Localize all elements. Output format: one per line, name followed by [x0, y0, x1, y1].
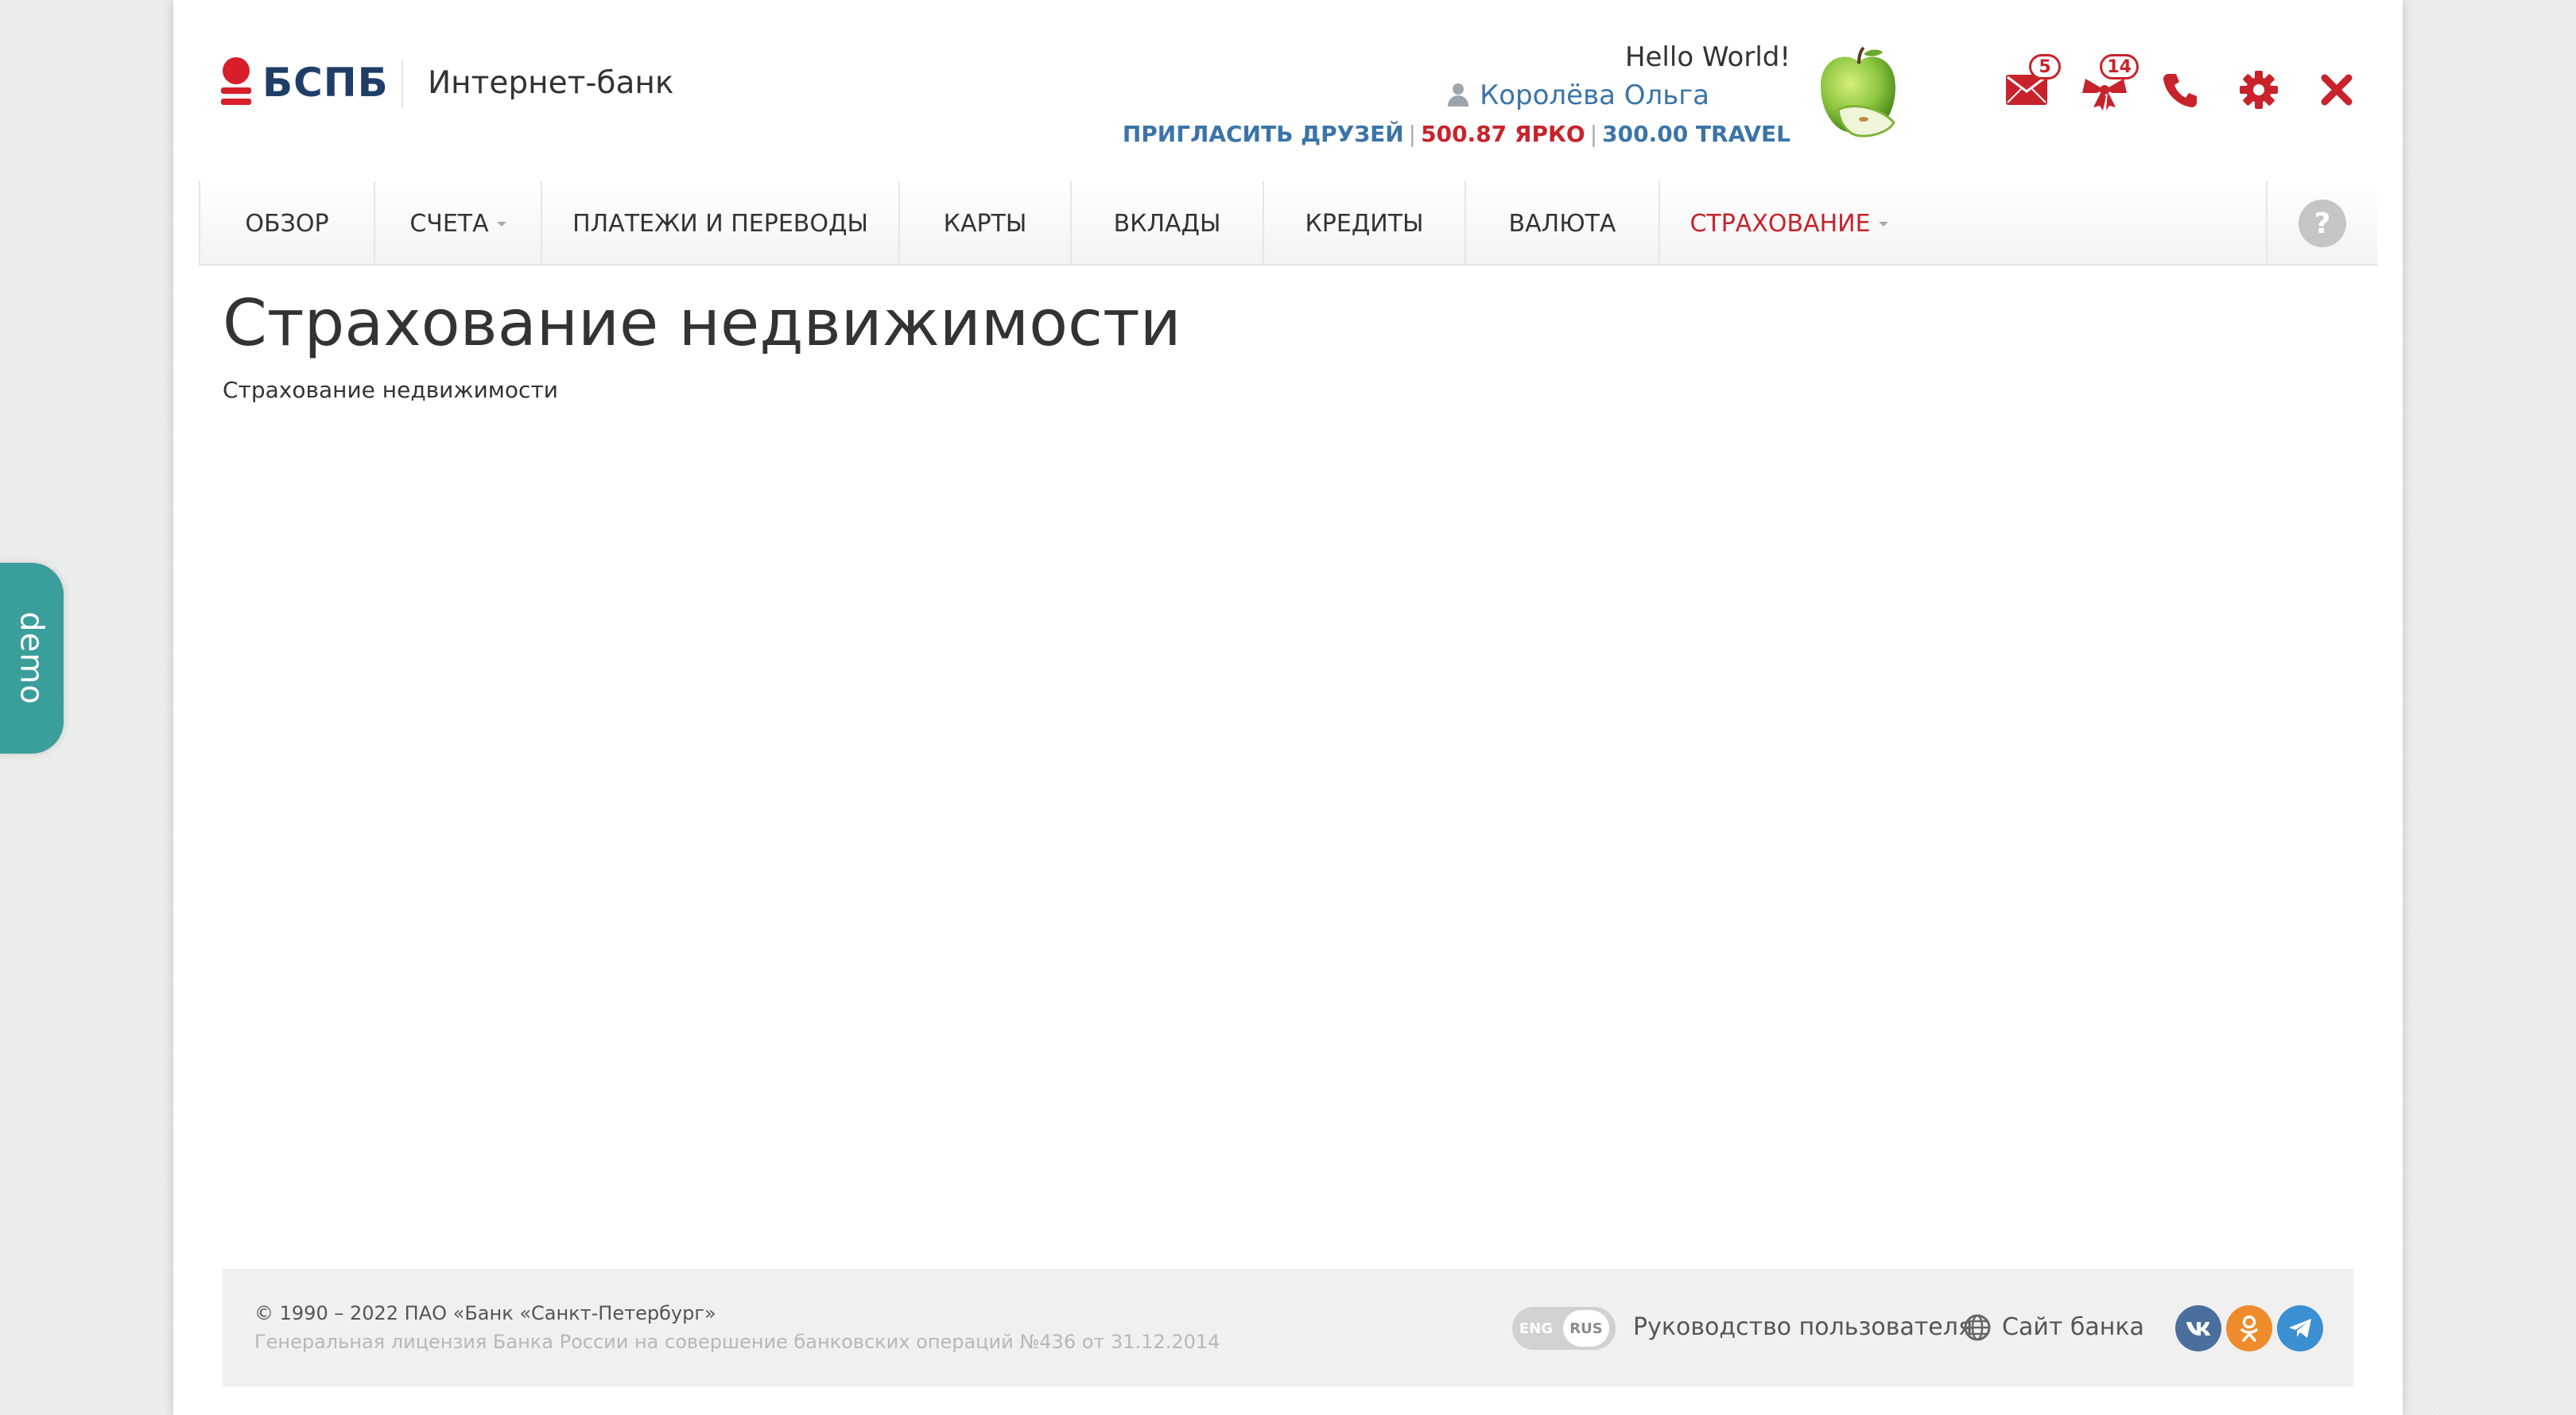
user-icon: [1446, 83, 1470, 107]
nav-item-overview[interactable]: ОБЗОР: [199, 181, 374, 266]
nav-item-cards[interactable]: КАРТЫ: [898, 181, 1070, 266]
logo-mark-icon: [221, 57, 251, 108]
bonus-yarko-link[interactable]: 500.87 ЯРКО: [1421, 121, 1585, 147]
header-links: ПРИГЛАСИТЬ ДРУЗЕЙ | 500.87 ЯРКО | 300.00 TRA…: [1122, 121, 1790, 147]
nav-item-credits[interactable]: КРЕДИТЫ: [1263, 181, 1465, 266]
demo-tab[interactable]: demo: [0, 563, 64, 754]
demo-tab-label: demo: [14, 611, 50, 705]
globe-icon: [1964, 1314, 1991, 1340]
greeting-text: Hello World!: [1624, 41, 1790, 73]
chevron-down-icon: [1878, 222, 1888, 227]
nav-item-deposits[interactable]: ВКЛАДЫ: [1070, 181, 1263, 266]
header-icons: 5 14: [2002, 54, 2390, 114]
bank-logo[interactable]: БСПБ: [221, 57, 389, 108]
help-button[interactable]: ?: [2266, 181, 2377, 266]
bank-site-label: Сайт банка: [2002, 1313, 2144, 1341]
nav-item-insurance[interactable]: СТРАХОВАНИЕ: [1658, 181, 1918, 266]
license-text: Генеральная лицензия Банка России на сов…: [254, 1331, 1220, 1353]
user-name: Королёва Ольга: [1480, 79, 1709, 111]
nav-item-accounts[interactable]: СЧЕТА: [374, 181, 541, 266]
telegram-icon[interactable]: [2277, 1305, 2323, 1351]
user-profile-link[interactable]: Королёва Ольга: [1446, 79, 1709, 111]
copyright-text: © 1990 – 2022 ПАО «Банк «Санкт-Петербург…: [254, 1302, 716, 1324]
lang-eng-option[interactable]: ENG: [1512, 1320, 1560, 1337]
bank-site-link[interactable]: Сайт банка: [1964, 1313, 2144, 1341]
nav-item-payments[interactable]: ПЛАТЕЖИ И ПЕРЕВОДЫ: [541, 181, 898, 266]
page-title: Страхование недвижимости: [223, 286, 1181, 360]
main-nav: ОБЗОР СЧЕТА ПЛАТЕЖИ И ПЕРЕВОДЫ КАРТЫ ВКЛ…: [199, 181, 2377, 266]
chevron-down-icon: [496, 222, 506, 227]
invite-friends-link[interactable]: ПРИГЛАСИТЬ ДРУЗЕЙ: [1123, 121, 1404, 147]
phone-button[interactable]: [2156, 65, 2206, 114]
messages-count-badge: 5: [2029, 54, 2061, 79]
close-icon: [2321, 74, 2353, 106]
settings-button[interactable]: [2234, 65, 2283, 114]
logo-divider: [402, 60, 403, 108]
nav-item-currency[interactable]: ВАЛЮТА: [1465, 181, 1658, 266]
apple-avatar-icon[interactable]: [1814, 46, 1902, 140]
user-guide-link[interactable]: Руководство пользователя: [1633, 1313, 1973, 1341]
offers-count-badge: 14: [2100, 54, 2139, 79]
brand-subtitle: Интернет-банк: [428, 65, 674, 101]
vk-icon[interactable]: [2175, 1305, 2221, 1351]
footer: © 1990 – 2022 ПАО «Банк «Санкт-Петербург…: [223, 1269, 2353, 1386]
logo-text: БСПБ: [262, 60, 389, 106]
messages-button[interactable]: 5: [2002, 54, 2061, 114]
gear-icon: [2240, 71, 2278, 109]
page-description: Страхование недвижимости: [223, 377, 558, 403]
social-links: [2175, 1305, 2328, 1351]
language-toggle[interactable]: ENG RUS: [1512, 1307, 1616, 1350]
lang-rus-option[interactable]: RUS: [1563, 1310, 1609, 1347]
logout-button[interactable]: [2312, 65, 2361, 114]
phone-icon: [2163, 74, 2197, 107]
help-icon: ?: [2299, 200, 2346, 247]
odnoklassniki-icon[interactable]: [2226, 1305, 2272, 1351]
bonus-travel-link[interactable]: 300.00 TRAVEL: [1602, 121, 1790, 147]
page-container: БСПБ Интернет-банк Hello World! Королёва…: [173, 0, 2403, 1415]
offers-button[interactable]: 14: [2080, 54, 2139, 114]
